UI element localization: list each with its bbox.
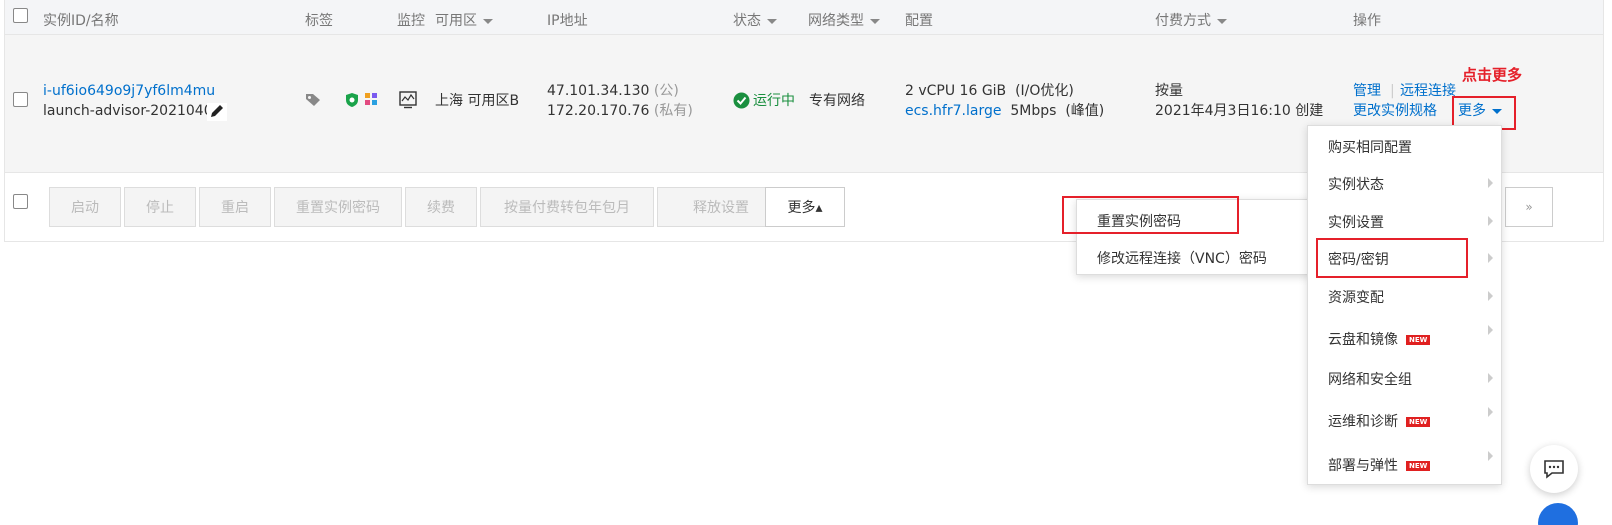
renew-button[interactable]: 续费 [405,187,477,227]
menu-disk-image-label: 云盘和镜像 [1328,332,1398,348]
menu-network-security[interactable]: 网络和安全组 [1308,369,1501,389]
instance-name: launch-advisor-20210403 [43,103,222,119]
chevron-right-icon [1488,373,1493,383]
chevron-down-icon [1217,18,1227,24]
chevron-right-icon [1488,216,1493,226]
remote-connect-link[interactable]: 远程连接 [1400,81,1456,101]
footer-select-checkbox[interactable] [13,194,28,209]
col-config: 配置 [905,13,933,29]
bandwidth: 5Mbps [1010,103,1057,119]
col-tags: 标签 [305,13,333,29]
private-ip: 172.20.170.76 (私有) [547,101,693,121]
col-actions: 操作 [1353,13,1381,29]
menu-disk-image[interactable]: 云盘和镜像 NEW [1308,325,1501,349]
more-batch-button[interactable]: 更多▴ [765,187,845,227]
start-button[interactable]: 启动 [49,187,121,227]
manage-link[interactable]: 管理 [1353,81,1381,101]
chevron-right-icon [1488,178,1493,188]
col-network[interactable]: 网络类型 [808,10,880,30]
chevron-down-icon [483,18,493,24]
plugin-icon[interactable] [363,91,379,107]
menu-instance-settings[interactable]: 实例设置 [1308,212,1501,232]
status-check-icon [733,92,750,109]
convert-billing-button[interactable]: 按量付费转包年包月 [480,187,654,227]
menu-instance-settings-label: 实例设置 [1328,215,1384,231]
table-header: 实例ID/名称 标签 监控 可用区 IP地址 状态 网络类型 配置 付费方式 操… [5,0,1603,35]
menu-ops-diagnosis-label: 运维和诊断 [1328,414,1398,430]
new-badge: NEW [1406,417,1431,427]
menu-resource-change[interactable]: 资源变配 [1308,287,1501,307]
config-spec: 2 vCPU 16 GiB (I/O优化) [905,81,1074,101]
restart-button[interactable]: 重启 [199,187,271,227]
public-ip-value: 47.101.34.130 [547,83,650,99]
tag-icon[interactable] [305,93,321,107]
row-checkbox[interactable] [13,92,28,107]
change-spec-link[interactable]: 更改实例规格 [1353,101,1437,121]
public-ip: 47.101.34.130 (公) [547,81,679,101]
col-instance: 实例ID/名称 [43,13,119,29]
pagination-next-button[interactable]: » [1505,187,1553,227]
col-monitor: 监控 [397,13,425,29]
col-network-label: 网络类型 [808,13,864,29]
more-actions-menu: 购买相同配置 实例状态 实例设置 密码/密钥 资源变配 云盘和镜像 NEW 网络和… [1307,125,1502,485]
menu-ops-diagnosis[interactable]: 运维和诊断 NEW [1308,407,1501,431]
select-all-checkbox[interactable] [13,8,28,23]
new-badge: NEW [1406,335,1431,345]
edit-icon[interactable] [207,103,227,121]
instance-type-link[interactable]: ecs.hfr7.large [905,103,1001,119]
status-badge: 运行中 [753,93,795,109]
chat-button[interactable] [1530,445,1578,493]
chevron-down-icon [870,18,880,24]
highlight-password-key-box [1316,238,1468,278]
config-cpu-mem: 2 vCPU 16 GiB [905,83,1007,99]
menu-deploy-elastic-label: 部署与弹性 [1328,458,1398,474]
chevron-right-icon [1488,253,1493,263]
col-zone-label: 可用区 [435,13,477,29]
reset-password-button[interactable]: 重置实例密码 [274,187,402,227]
col-status-label: 状态 [733,13,761,29]
col-billing-label: 付费方式 [1155,13,1211,29]
col-ip: IP地址 [547,13,588,29]
menu-instance-status-label: 实例状态 [1328,177,1384,193]
submenu-reset-vnc-password[interactable]: 修改远程连接（VNC）密码 [1077,248,1311,268]
bandwidth-note: (峰值) [1065,103,1105,119]
help-button[interactable] [1538,503,1578,525]
chevron-down-icon [767,18,777,24]
menu-resource-change-label: 资源变配 [1328,290,1384,306]
created-time: 2021年4月3日16:10 创建 [1155,103,1324,119]
zone-value: 上海 可用区B [435,93,520,109]
new-badge: NEW [1406,461,1431,471]
menu-buy-same-config-label: 购买相同配置 [1328,140,1412,156]
menu-network-security-label: 网络和安全组 [1328,372,1412,388]
chevron-right-icon [1488,291,1493,301]
config-io-opt: (I/O优化) [1015,83,1074,99]
col-zone[interactable]: 可用区 [435,10,493,30]
config-type: ecs.hfr7.large 5Mbps (峰值) [905,101,1104,121]
shield-icon[interactable] [345,92,359,108]
chevron-right-icon [1488,451,1493,461]
stop-button[interactable]: 停止 [124,187,196,227]
menu-buy-same-config[interactable]: 购买相同配置 [1308,137,1501,157]
monitor-icon[interactable] [399,91,417,109]
menu-deploy-elastic[interactable]: 部署与弹性 NEW [1308,451,1501,475]
col-status[interactable]: 状态 [733,10,777,30]
public-ip-label: (公) [653,83,679,99]
chevron-right-icon [1488,325,1493,335]
instance-id-link[interactable]: i-uf6io649o9j7yf6lm4mu [43,81,215,101]
click-more-annotation: 点击更多 [1462,66,1523,84]
private-ip-label: (私有) [653,103,693,119]
highlight-reset-password-box [1062,196,1239,234]
billing-type: 按量 [1155,83,1183,99]
chevron-right-icon [1488,407,1493,417]
action-separator: | [1390,83,1395,99]
network-type: 专有网络 [809,93,865,109]
col-billing[interactable]: 付费方式 [1155,10,1227,30]
menu-instance-status[interactable]: 实例状态 [1308,174,1501,194]
chat-icon [1544,460,1564,479]
private-ip-value: 172.20.170.76 [547,103,650,119]
